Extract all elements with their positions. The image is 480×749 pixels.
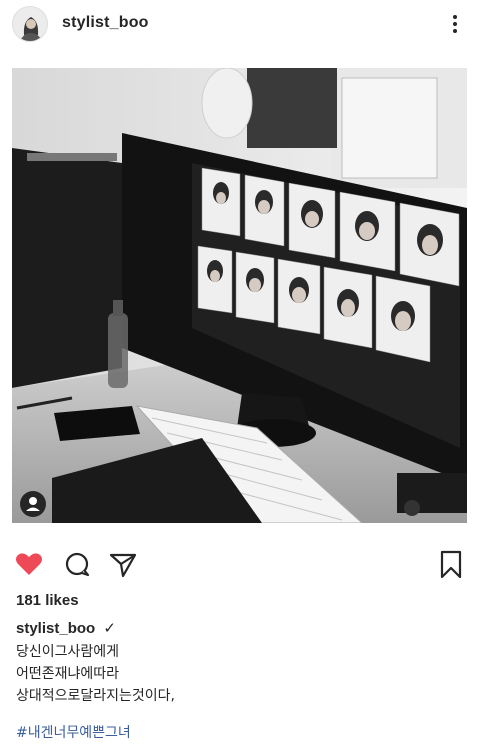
save-button[interactable]: [436, 549, 466, 579]
send-icon: [109, 553, 137, 578]
comment-icon: [65, 552, 90, 577]
caption-line-2: 어떤존재냐에따라: [16, 666, 120, 682]
caption-username[interactable]: stylist_boo: [16, 620, 95, 637]
comment-button[interactable]: [62, 549, 92, 579]
caption-line-1: 당신이그사람에게: [16, 644, 120, 660]
avatar-image: [13, 7, 47, 41]
likes-count[interactable]: 181 likes: [16, 592, 79, 609]
caption-line-3: 상대적으로달라지는것이다,: [16, 688, 176, 704]
bookmark-icon: [440, 550, 462, 579]
user-tag-icon: [26, 497, 40, 511]
user-tag-button[interactable]: [20, 491, 46, 517]
post-photo[interactable]: [12, 68, 467, 523]
heart-icon: [16, 553, 42, 575]
more-dots-icon: [453, 15, 457, 33]
photo-monitor-scene: [12, 68, 467, 523]
post-action-bar: [0, 545, 480, 585]
more-options-button[interactable]: [440, 10, 470, 38]
verified-check-icon: ✓: [103, 620, 116, 637]
post-username[interactable]: stylist_boo: [62, 14, 149, 32]
share-button[interactable]: [108, 549, 138, 579]
post-header: stylist_boo: [0, 0, 480, 52]
profile-avatar[interactable]: [12, 6, 48, 42]
caption-username-row: stylist_boo ✓: [16, 619, 116, 637]
like-button[interactable]: [14, 549, 44, 579]
caption-hashtag[interactable]: #내겐너무예쁜그녀: [16, 722, 131, 742]
